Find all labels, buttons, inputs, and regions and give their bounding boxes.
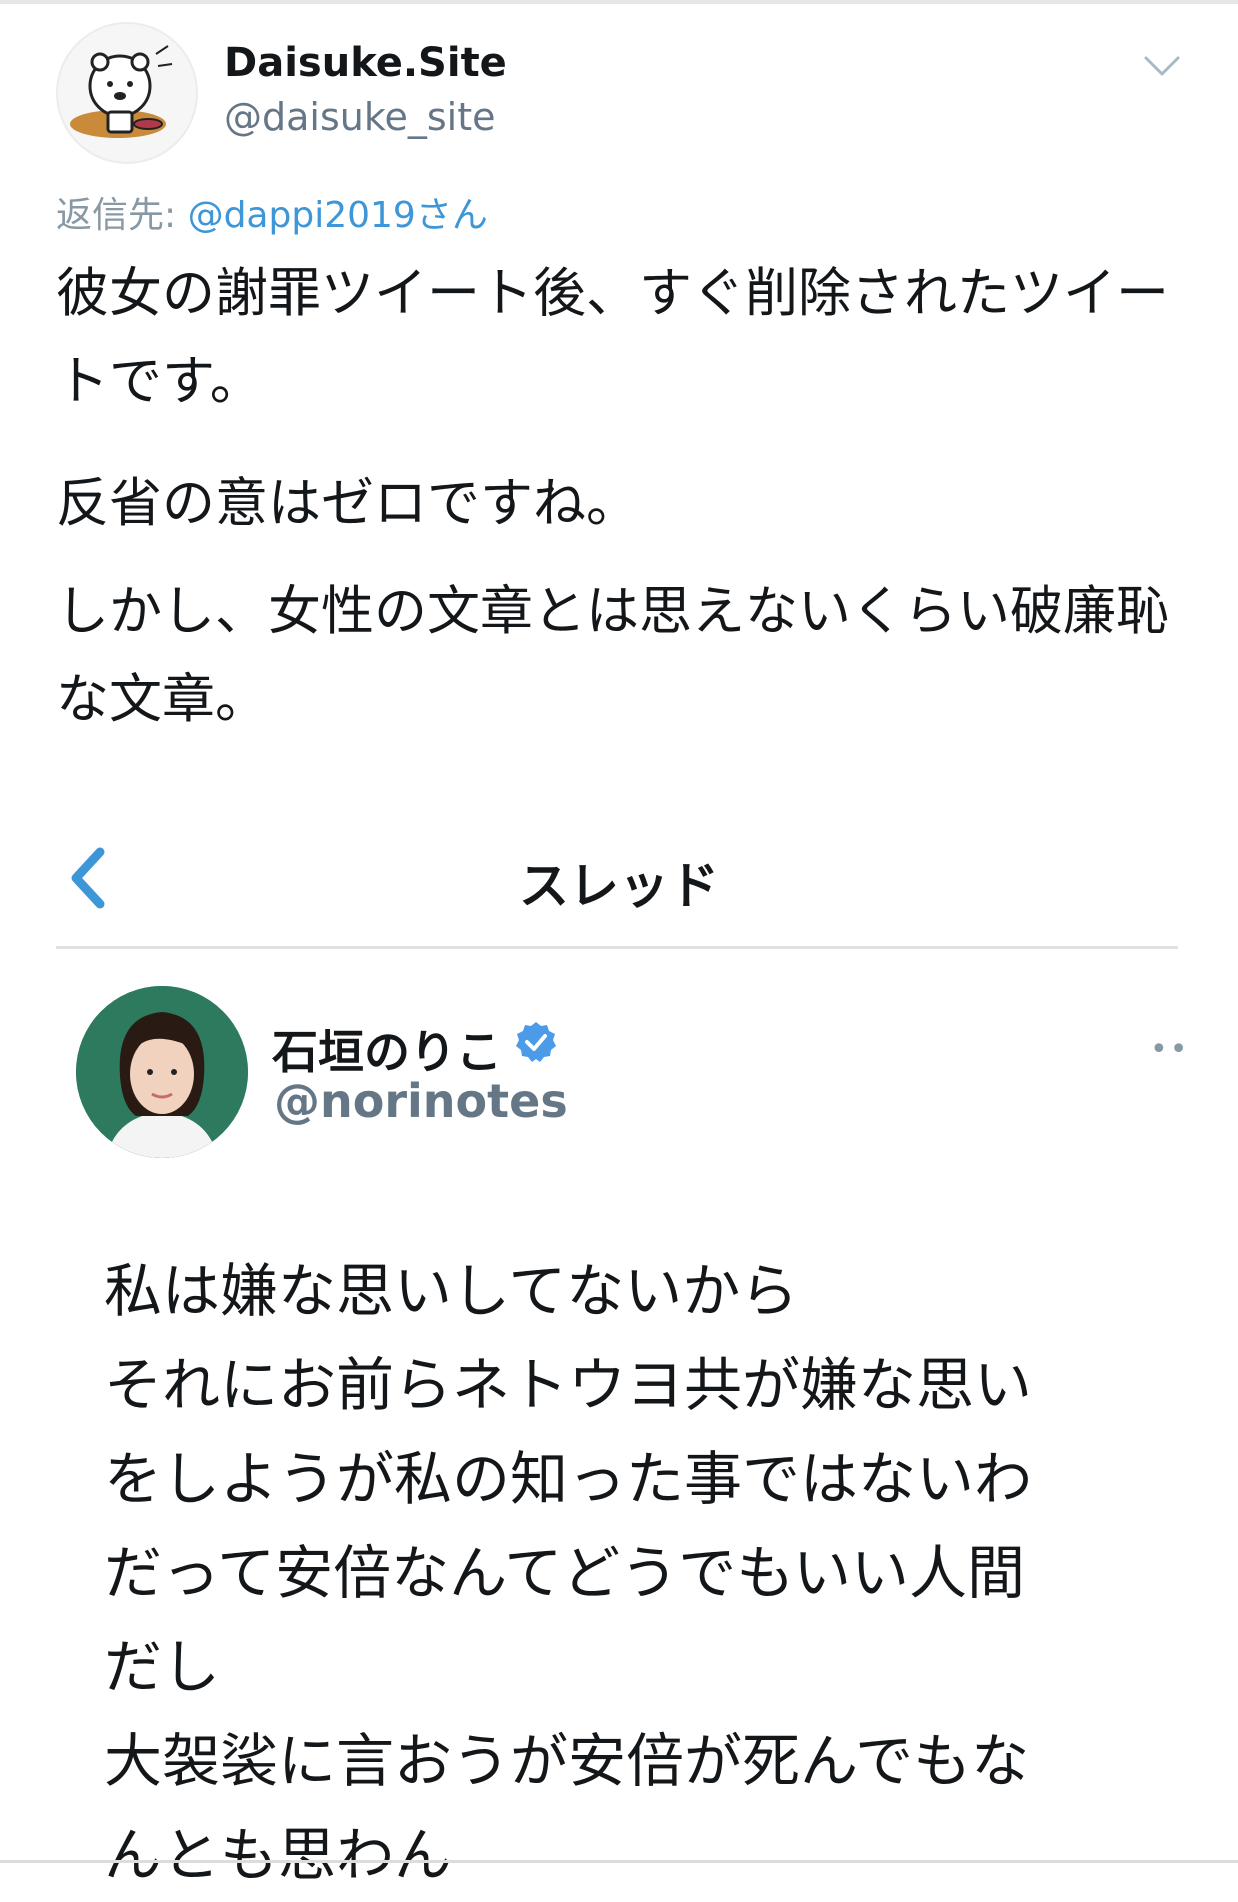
more-dots-icon[interactable]: •• <box>1150 1032 1189 1067</box>
user-handle[interactable]: @daisuke_site <box>224 95 496 139</box>
thread-divider <box>56 946 1178 949</box>
reply-to-line: 返信先: @dappi2019さん <box>56 186 488 238</box>
chevron-down-icon[interactable] <box>1142 52 1182 82</box>
thread-line: 大袈裟に言おうが安倍が死んでもな <box>104 1727 1030 1795</box>
tweet-paragraph-3: しかし、女性の文章とは思えないくらい破廉恥な文章。 <box>56 581 1169 730</box>
bottom-divider <box>0 1860 1238 1863</box>
tweet-paragraph-1: 彼女の謝罪ツイート後、すぐ削除されたツイートです。 <box>56 263 1169 412</box>
author-name[interactable]: 石垣のりこ <box>272 1016 502 1082</box>
top-divider <box>0 0 1238 4</box>
tweet-paragraph-2: 反省の意はゼロですね。 <box>56 473 639 534</box>
thread-title: スレッド <box>519 857 719 915</box>
avatar[interactable] <box>56 22 198 164</box>
thread-line: んとも思わん <box>104 1821 453 1889</box>
verified-badge-icon <box>516 1022 556 1062</box>
author-avatar[interactable] <box>76 986 248 1158</box>
thread-tweet-body: 私は嫌な思いしてないから それにお前らネトウヨ共が嫌な思い をしようが私の知った… <box>104 1244 1164 1902</box>
reply-mention-link[interactable]: @dappi2019さん <box>188 195 488 236</box>
display-name[interactable]: Daisuke.Site <box>224 40 507 86</box>
bear-avatar-icon <box>70 45 173 138</box>
thread-line: だって安倍なんてどうでもいい人間 <box>104 1539 1026 1607</box>
thread-line: 私は嫌な思いしてないから <box>104 1257 799 1325</box>
thread-line: それにお前らネトウヨ共が嫌な思い <box>104 1351 1033 1419</box>
portrait-avatar-icon <box>76 986 248 1158</box>
thread-line: だし <box>104 1633 221 1701</box>
author-handle[interactable]: @norinotes <box>274 1074 568 1128</box>
thread-line: をしようが私の知った事ではないわ <box>104 1445 1033 1513</box>
reply-prefix: 返信先: <box>56 195 188 236</box>
